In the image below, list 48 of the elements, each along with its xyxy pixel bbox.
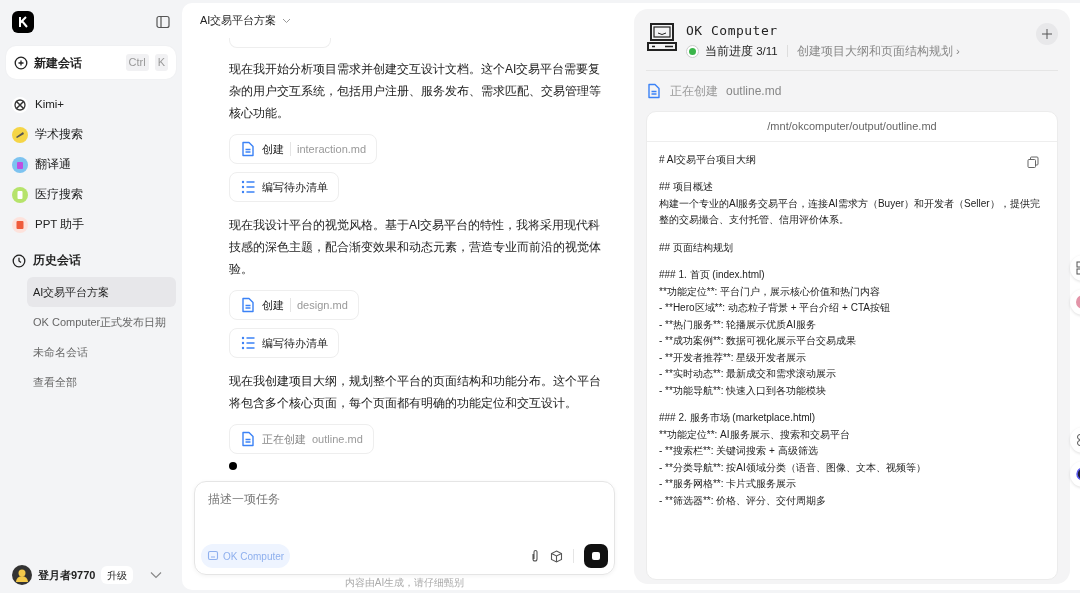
history-item[interactable]: OK Computer正式发布日期 (27, 307, 176, 337)
code-line: ### 1. 首页 (index.html) (659, 268, 765, 283)
file-chip[interactable]: 创建 interaction.md (229, 134, 378, 164)
code-line: - **开发者推荐**: 星级开发者展示 (659, 350, 807, 365)
shortcut-key: K (154, 54, 168, 71)
upgrade-button[interactable]: 升级 (101, 566, 134, 584)
chat-title[interactable]: AI交易平台方案 (200, 12, 277, 29)
code-line: ### 2. 服务市场 (marketplace.html) (659, 411, 816, 426)
code-line: - **筛选器**: 价格、评分、交付周期多 (659, 493, 827, 508)
code-line: ## 项目概述 (659, 180, 713, 195)
app-item[interactable]: Kimi+ (6, 95, 176, 115)
app-item[interactable]: 学术搜索 (6, 125, 176, 145)
file-path: /mnt/okcomputer/output/outline.md (647, 111, 1057, 142)
app-item[interactable]: PPT 助手 (6, 215, 176, 235)
app-item[interactable]: 翻译通 (6, 155, 176, 175)
message-text: 现在我创建项目大纲，规划整个平台的页面结构和功能分布。这个平台将包含多个核心页面，每个页面都有明确的功能定位和交互设计。 (229, 373, 602, 412)
code-line: - **搜索栏**: 关键词搜索 + 高级筛选 (659, 444, 818, 459)
disclaimer-text: 内容由AI生成，请仔细甄别 (343, 576, 466, 590)
message-text: 现在我开始分析项目需求并创建交互设计文档。这个AI交易平台需要复杂的用户交互系统，包括用户注册、服务发布、需求匹配、交易管理等核心功能。 (229, 61, 602, 122)
code-line: - **分类导航**: 按AI领域分类（语音、图像、文本、视频等） (659, 460, 926, 475)
view-all-link[interactable]: 查看全部 (27, 367, 176, 397)
history-item[interactable]: 未命名会话 (27, 337, 176, 367)
app-item[interactable]: 医疗搜索 (6, 185, 176, 205)
history-item[interactable]: AI交易平台方案 (27, 277, 176, 307)
progress-text: 当前进度 3/11 (705, 43, 778, 59)
file-chip[interactable]: 创建 design.md (229, 290, 359, 320)
code-line: - **服务网格**: 卡片式服务展示 (659, 477, 797, 492)
code-line: - **热门服务**: 轮播展示优质AI服务 (659, 317, 816, 332)
code-line: # AI交易平台项目大纲 (659, 152, 757, 167)
message-text: 现在我设计平台的视觉风格。基于AI交易平台的特性，我将采用现代科技感的深色主题，配合渐变效果和动态元素，营造专业而前沿的视觉体验。 (229, 217, 602, 278)
code-line: - **实时动态**: 最新成交和需求滚动展示 (659, 367, 837, 382)
code-line: - **功能导航**: 快速入口到各功能模块 (659, 383, 827, 398)
code-line: - **成功案例**: 数据可视化展示平台交易成果 (659, 334, 857, 349)
user-name: 登月者9770 (38, 567, 96, 583)
file-chip[interactable]: 正在创建 outline.md (229, 424, 374, 454)
code-line: **功能定位**: AI服务展示、搜索和交易平台 (659, 427, 850, 442)
code-line: 构建一个专业的AI服务交易平台，连接AI需求方（Buyer）和开发者（Seller），提供完整的交易撮合、支付托管、信用评价体系。 (659, 196, 1041, 228)
code-line: - **Hero区域**: 动态粒子背景 + 平台介绍 + CTA按钮 (659, 301, 890, 316)
shortcut-key: Ctrl (125, 54, 149, 71)
todo-chip[interactable]: 编写待办清单 (229, 328, 339, 358)
code-line: ## 页面结构规划 (659, 240, 733, 255)
file-name: outline.md (726, 82, 782, 100)
todo-chip[interactable]: 编写待办清单 (229, 172, 339, 202)
section-heading: 历史会话 (33, 253, 81, 269)
panel-title: OK Computer (686, 22, 779, 40)
code-line: **功能定位**: 平台门户，展示核心价值和热门内容 (659, 284, 881, 299)
new-chat-button[interactable]: 新建会话 Ctrl K (6, 46, 176, 79)
status-text: 正在创建 (670, 82, 718, 100)
